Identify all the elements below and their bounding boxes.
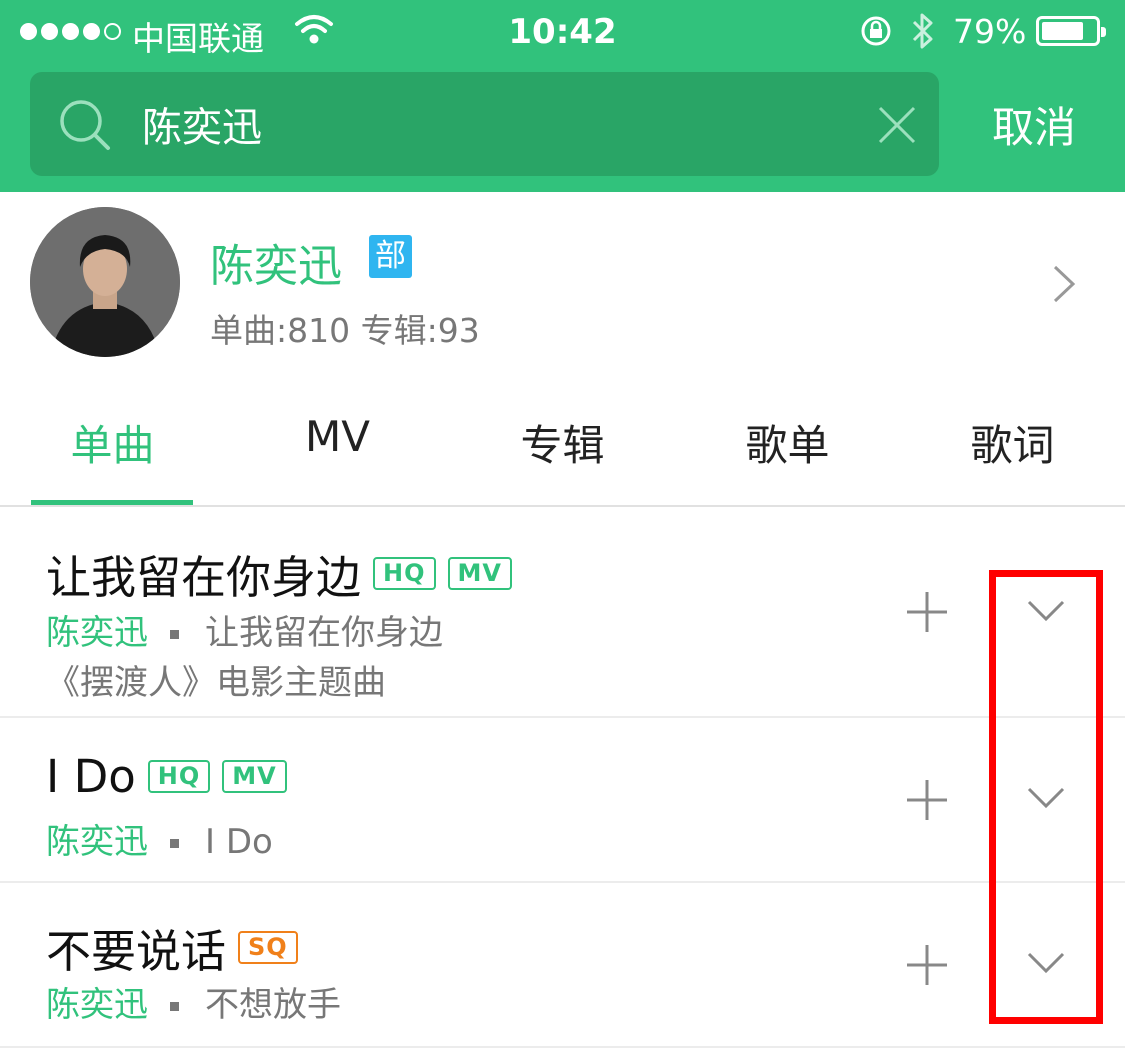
artist-card[interactable]: 陈奕迅 部 单曲:810 专辑:93 [0,192,1125,372]
plus-icon[interactable] [905,943,949,987]
bluetooth-icon [912,13,933,49]
song-title-line: I Do HQ MV [46,750,287,803]
sq-tag: SQ [238,931,298,964]
song-artist: 陈奕迅 [46,985,148,1025]
rotation-lock-icon [861,16,891,46]
song-meta: 陈奕迅 I Do [46,814,273,863]
tab-albums[interactable]: 专辑 [450,412,675,473]
song-meta: 陈奕迅 让我留在你身边 [46,605,443,654]
mv-tag[interactable]: MV [222,760,287,793]
song-title: I Do [46,750,136,803]
mv-tag[interactable]: MV [447,557,512,590]
highlight-box [989,570,1103,1024]
tab-active-indicator [31,500,193,505]
tab-playlists[interactable]: 歌单 [675,412,900,473]
tab-lyrics[interactable]: 歌词 [900,412,1125,473]
song-title-line: 让我留在你身边 HQ MV [46,541,512,606]
song-row[interactable]: 让我留在你身边 HQ MV 陈奕迅 让我留在你身边 《摆渡人》电影主题曲 [0,507,1125,718]
song-description: 《摆渡人》电影主题曲 [46,663,386,703]
song-artist: 陈奕迅 [46,822,148,862]
song-row[interactable]: I Do HQ MV 陈奕迅 I Do [0,718,1125,883]
search-input[interactable] [142,96,842,152]
cancel-button[interactable]: 取消 [966,94,1102,155]
song-album: 不想放手 [205,985,341,1025]
song-album: 让我留在你身边 [205,613,443,653]
tab-bar: 单曲 MV 专辑 歌单 歌词 [0,372,1125,507]
song-title-line: 不要说话 SQ [46,915,298,980]
search-icon [60,100,110,150]
song-meta: 陈奕迅 不想放手 [46,977,341,1026]
clear-icon[interactable] [878,106,916,144]
hq-tag: HQ [373,557,436,590]
artist-badge: 部 [369,235,412,278]
battery-percent: 79% [953,12,1027,51]
header: 中国联通 10:42 79% 取消 [0,0,1125,192]
song-title: 让我留在你身边 [46,551,362,604]
artist-stats: 单曲:810 专辑:93 [210,311,480,350]
tab-songs[interactable]: 单曲 [0,412,225,473]
song-album: I Do [205,822,273,862]
song-artist: 陈奕迅 [46,613,148,653]
chevron-right-icon[interactable] [1052,264,1076,304]
plus-icon[interactable] [905,590,949,634]
battery-icon [1036,16,1106,46]
search-box[interactable] [30,72,939,176]
artist-name: 陈奕迅 [210,241,342,292]
song-title: 不要说话 [46,925,227,978]
plus-icon[interactable] [905,778,949,822]
song-row[interactable]: 不要说话 SQ 陈奕迅 不想放手 [0,883,1125,1048]
avatar [30,207,180,357]
hq-tag: HQ [147,760,211,793]
tab-mv[interactable]: MV [225,412,450,461]
status-bar: 中国联通 10:42 79% [0,0,1125,64]
